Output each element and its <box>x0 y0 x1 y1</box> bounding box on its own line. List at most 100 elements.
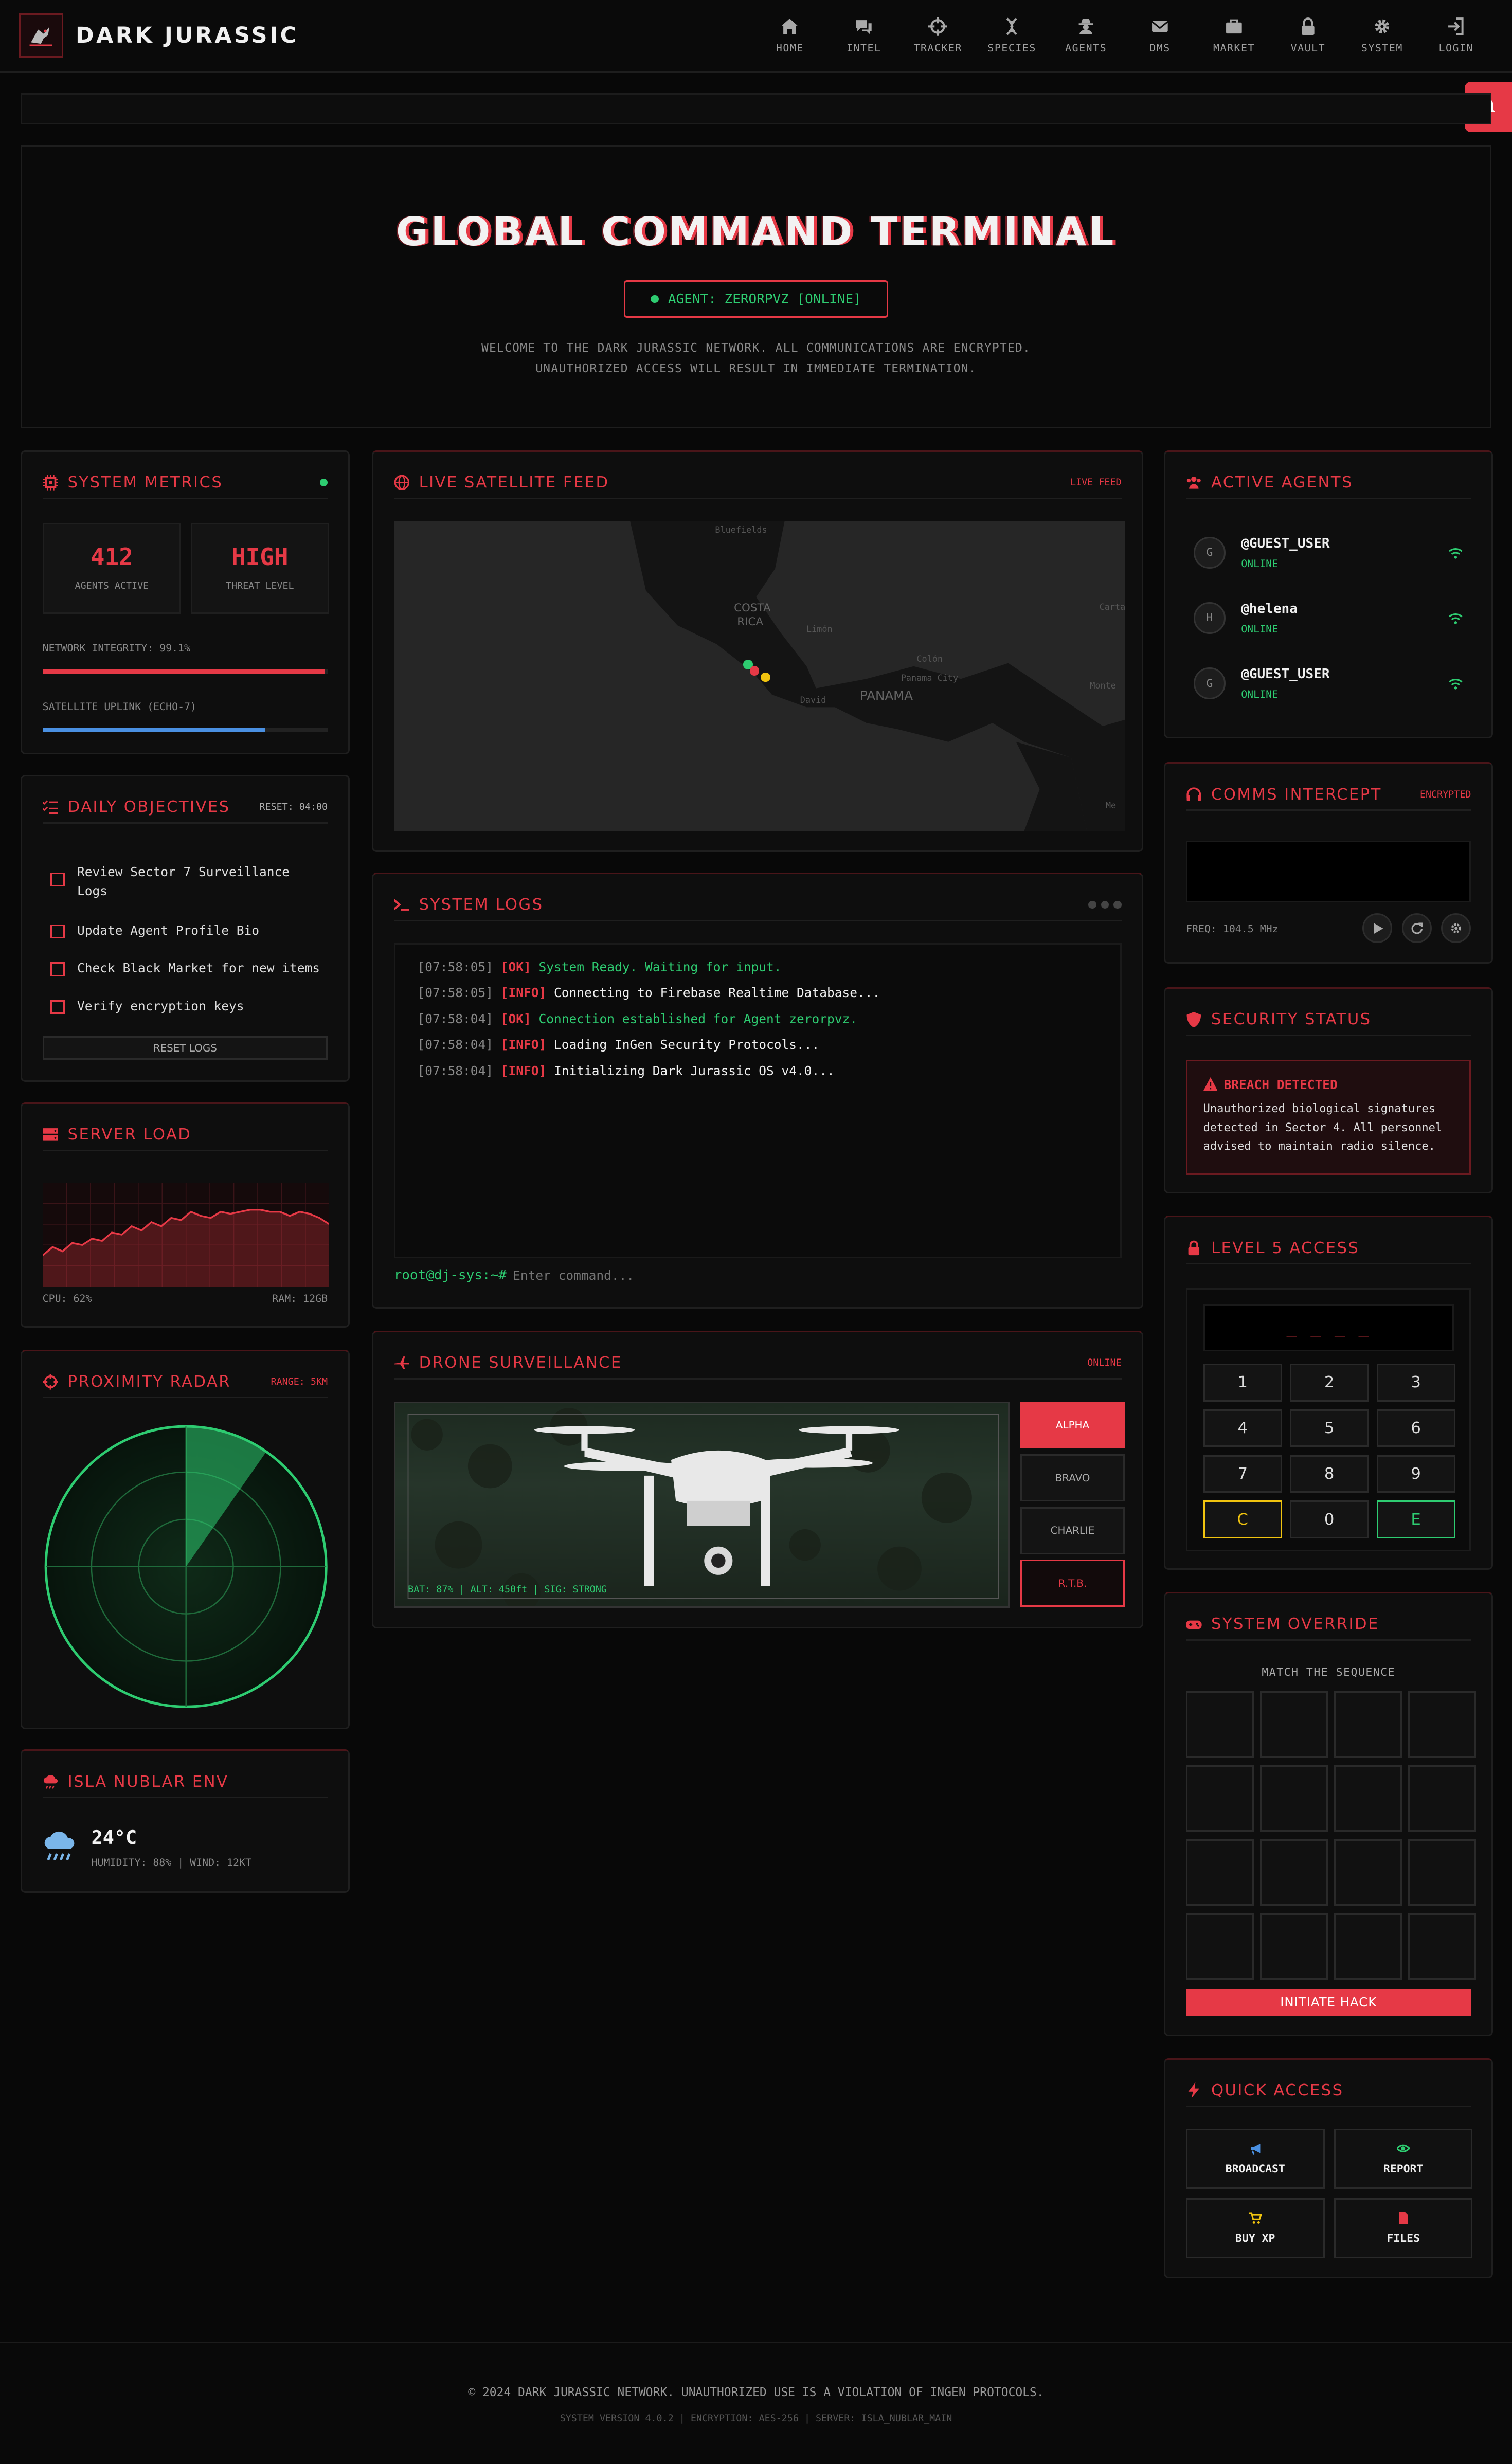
warning-icon <box>1203 1077 1218 1091</box>
agents-active-value: 412 <box>90 543 133 571</box>
keypad-key-1[interactable]: 1 <box>1203 1364 1282 1402</box>
sequence-cell[interactable] <box>1334 1691 1402 1758</box>
sequence-cell[interactable] <box>1334 1913 1402 1980</box>
keypad-key-e[interactable]: E <box>1376 1500 1455 1538</box>
quick-buy-xp-button[interactable]: BUY XP <box>1186 2198 1325 2258</box>
refresh-icon[interactable] <box>1401 913 1432 944</box>
sequence-cell[interactable] <box>1408 1913 1476 1980</box>
agent-row[interactable]: G @GUEST_USER ONLINE <box>1194 526 1463 579</box>
quick-report-button[interactable]: REPORT <box>1334 2129 1473 2189</box>
map-marker-red[interactable] <box>749 666 760 676</box>
sequence-cell[interactable] <box>1186 1839 1254 1906</box>
agent-row[interactable]: H @helena ONLINE <box>1194 591 1463 645</box>
objective-item[interactable]: Update Agent Profile Bio <box>50 921 259 940</box>
keypad-key-8[interactable]: 8 <box>1290 1455 1369 1493</box>
keypad-key-7[interactable]: 7 <box>1203 1455 1282 1493</box>
initiate-hack-button[interactable]: INITIATE HACK <box>1186 1988 1471 2016</box>
keypad-key-c[interactable]: C <box>1203 1500 1282 1538</box>
satellite-map[interactable]: Bluefields COSTA RICA Limón Colón Panama… <box>393 521 1125 831</box>
keypad-key-2[interactable]: 2 <box>1290 1364 1369 1402</box>
sequence-cell[interactable] <box>1259 1839 1328 1906</box>
panel-title: ACTIVE AGENTS <box>1211 474 1353 492</box>
nav-system[interactable]: SYSTEM <box>1345 17 1419 54</box>
panel-title: SERVER LOAD <box>67 1126 192 1144</box>
command-input[interactable] <box>513 1267 985 1283</box>
agents-active-label: AGENTS ACTIVE <box>75 580 149 591</box>
reset-logs-button[interactable]: RESET LOGS <box>42 1036 328 1060</box>
objective-checkbox[interactable] <box>50 962 65 976</box>
nav-intel[interactable]: INTEL <box>827 17 901 54</box>
drone-rtb-button[interactable]: R.T.B. <box>1020 1560 1125 1607</box>
nav-market[interactable]: MARKET <box>1197 17 1271 54</box>
nav-login[interactable]: LOGIN <box>1419 17 1493 54</box>
cpu-readout: CPU: 62% <box>42 1293 92 1305</box>
drone-camera-view[interactable]: BAT: 87% | ALT: 450ft | SIG: STRONG <box>393 1401 1010 1608</box>
sequence-cell[interactable] <box>1334 1839 1402 1906</box>
keypad-key-4[interactable]: 4 <box>1203 1409 1282 1447</box>
sequence-cell[interactable] <box>1259 1765 1328 1832</box>
log-message: Connecting to Firebase Realtime Database… <box>554 985 880 1001</box>
agent-name: @helena <box>1241 601 1298 617</box>
level5-access-panel: LEVEL 5 ACCESS _ _ _ _ 123 456 789 C0E <box>1164 1216 1493 1570</box>
objective-item[interactable]: Review Sector 7 Surveillance Logs <box>50 863 302 901</box>
panel-title: PROXIMITY RADAR <box>67 1372 231 1391</box>
log-line: [07:58:05] [INFO] Connecting to Firebase… <box>417 980 1097 1006</box>
log-line: [07:58:04] [INFO] Loading InGen Security… <box>417 1032 1097 1058</box>
integrity-bar <box>42 669 328 674</box>
crosshair-icon <box>928 16 948 36</box>
keypad-key-0[interactable]: 0 <box>1290 1500 1369 1538</box>
nav-tracker[interactable]: TRACKER <box>901 16 975 54</box>
sequence-cell[interactable] <box>1186 1765 1254 1832</box>
quick-broadcast-button[interactable]: BROADCAST <box>1186 2129 1325 2189</box>
sequence-cell[interactable] <box>1408 1839 1476 1906</box>
objective-item[interactable]: Check Black Market for new items <box>50 959 320 978</box>
nav-dms[interactable]: DMS <box>1123 17 1197 54</box>
gamepad-icon <box>1186 1620 1202 1629</box>
keypad-key-6[interactable]: 6 <box>1376 1409 1455 1447</box>
nav-agents[interactable]: AGENTS <box>1049 17 1123 54</box>
sequence-cell[interactable] <box>1408 1691 1476 1758</box>
agent-row[interactable]: G @GUEST_USER ONLINE <box>1194 657 1463 710</box>
panel-title: QUICK ACCESS <box>1211 2081 1344 2099</box>
map-label: David <box>800 694 826 705</box>
bolt-icon <box>1188 2082 1200 2098</box>
plane-icon <box>393 1356 410 1369</box>
objective-checkbox[interactable] <box>50 1000 65 1014</box>
cloud-rain-icon <box>43 1774 58 1789</box>
nav-label: DMS <box>1149 42 1171 54</box>
nav-label: MARKET <box>1213 42 1255 54</box>
keypad-key-9[interactable]: 9 <box>1376 1455 1455 1493</box>
gear-icon[interactable] <box>1441 913 1471 944</box>
sequence-cell[interactable] <box>1186 1691 1254 1758</box>
top-navbar: DARK JURASSIC HOME INTEL TRACKER SPECIES AGE… <box>0 0 1512 73</box>
log-message: System Ready. Waiting for input. <box>538 959 782 974</box>
server-load-chart <box>42 1182 329 1287</box>
keypad-key-3[interactable]: 3 <box>1376 1364 1455 1402</box>
objective-checkbox[interactable] <box>50 872 65 887</box>
sequence-cell[interactable] <box>1186 1913 1254 1980</box>
keypad-key-5[interactable]: 5 <box>1290 1409 1369 1447</box>
brand[interactable]: DARK JURASSIC <box>19 13 299 58</box>
encrypted-badge: ENCRYPTED <box>1419 789 1471 800</box>
sequence-cell[interactable] <box>1259 1913 1328 1980</box>
drone-bravo-button[interactable]: BRAVO <box>1020 1454 1125 1502</box>
nav-species[interactable]: SPECIES <box>975 17 1049 54</box>
user-secret-icon <box>1078 19 1093 34</box>
drone-surveillance-panel: DRONE SURVEILLANCE ONLINE BAT: 87% | ALT:… <box>371 1330 1144 1628</box>
quick-files-button[interactable]: FILES <box>1334 2198 1473 2258</box>
drone-charlie-button[interactable]: CHARLIE <box>1020 1507 1125 1554</box>
objective-item[interactable]: Verify encryption keys <box>50 997 244 1016</box>
sequence-cell[interactable] <box>1259 1691 1328 1758</box>
quick-access-panel: QUICK ACCESS BROADCAST REPORT BUY XP FILES <box>1164 2058 1493 2279</box>
map-land <box>629 521 1125 831</box>
objective-checkbox[interactable] <box>50 924 65 939</box>
play-icon[interactable] <box>1362 913 1393 944</box>
sequence-cell[interactable] <box>1334 1765 1402 1832</box>
sequence-cell[interactable] <box>1408 1765 1476 1832</box>
drone-alpha-button[interactable]: ALPHA <box>1020 1401 1125 1449</box>
nav-home[interactable]: HOME <box>753 17 827 54</box>
nav-vault[interactable]: VAULT <box>1271 17 1345 54</box>
avatar: G <box>1194 537 1226 569</box>
log-message: Connection established for Agent zerorpv… <box>538 1011 858 1026</box>
map-marker-yellow[interactable] <box>761 672 770 682</box>
